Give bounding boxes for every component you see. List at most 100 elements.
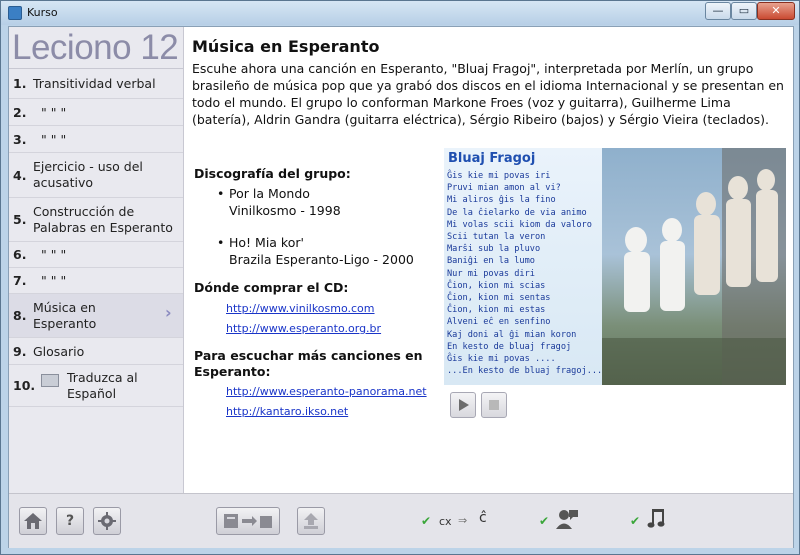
sidebar-item-number: 6. [13, 247, 27, 262]
sidebar-item-8[interactable]: 8. Música en Esperanto › [9, 294, 183, 338]
album-title: Bluaj Fragoj [448, 151, 536, 166]
lyric-line: Kaj doni al ĝi mian koron [447, 329, 577, 340]
sidebar-item-label: " " " [41, 273, 67, 288]
listen-heading: Para escuchar más canciones en Esperanto… [194, 348, 423, 379]
title-bar[interactable]: Kurso — ▭ ✕ [1, 1, 799, 25]
sidebar-item-number: 4. [13, 168, 27, 183]
upload-icon [304, 513, 318, 529]
sidebar-item-3[interactable]: 3. " " " [9, 126, 183, 153]
band-silhouettes [602, 148, 786, 385]
album-detail: Vinilkosmo - 1998 [229, 203, 341, 218]
lyric-line: Scii tutan la veron [447, 232, 546, 243]
chevron-right-icon: › [165, 303, 172, 322]
link-esperanto-org[interactable]: http://www.esperanto.org.br [226, 322, 381, 335]
sidebar-item-label: Glosario [33, 344, 85, 359]
help-icon: ? [65, 513, 75, 529]
intro-paragraph: Escuhe ahora una canción en Esperanto, "… [192, 61, 784, 127]
sidebar-item-label: Transitividad verbal [33, 76, 156, 91]
gear-icon [98, 512, 116, 530]
lyric-line: Ĝis kie mi povas iri [447, 171, 551, 181]
check-icon: ✔ [539, 514, 550, 528]
app-window: Kurso — ▭ ✕ Leciono 12 1. Transitividad … [0, 0, 800, 555]
sidebar-item-2[interactable]: 2. " " " [9, 99, 183, 126]
sidebar-item-number: 7. [13, 273, 27, 288]
window-title: Kurso [27, 6, 58, 19]
lyric-line: Marŝi sub la pluvo [447, 244, 541, 255]
app-icon [8, 6, 22, 20]
lyric-line: Baniĝi en la lumo [447, 256, 535, 267]
sidebar-item-number: 5. [13, 212, 27, 227]
sidebar-item-label: " " " [41, 247, 67, 262]
home-icon [24, 513, 42, 529]
check-icon: ✔ [421, 514, 432, 528]
sidebar-item-number: 2. [13, 105, 27, 120]
band-photo [602, 148, 786, 385]
lyric-line: Nur mi povas diri [447, 268, 535, 279]
help-button[interactable]: ? [56, 507, 84, 535]
sidebar-item-label: Construcción de Palabras en Esperanto [33, 204, 173, 235]
lesson-title: Leciono 12 [9, 27, 183, 69]
sidebar-item-number: 3. [13, 132, 27, 147]
music-note-icon[interactable] [646, 508, 668, 530]
lyric-line: Ĝis kie mi povas .... [447, 354, 556, 365]
sidebar-item-9[interactable]: 9. Glosario [9, 338, 183, 365]
minimize-button[interactable]: — [705, 2, 731, 20]
album-name: Ho! Mia kor' [229, 235, 304, 250]
lyrics-panel: Bluaj Fragoj Ĝis kie mi povas iri Pruvi … [444, 148, 602, 385]
link-kantaro[interactable]: http://kantaro.ikso.net [226, 405, 348, 418]
discography-item: • Por la Mondo Vinilkosmo - 1998 [217, 185, 341, 219]
home-button[interactable] [19, 507, 47, 535]
lyric-line: Pruvi mian amon al vi? [447, 183, 561, 194]
discography-item: • Ho! Mia kor' Brazila Esperanto-Ligo - … [217, 234, 414, 268]
sidebar-item-label: Traduzca al Español [67, 370, 138, 401]
sidebar-item-number: 1. [13, 76, 27, 91]
close-button[interactable]: ✕ [757, 2, 795, 20]
chat-user-icon[interactable] [555, 508, 579, 530]
sidebar-item-10[interactable]: 10. Traduzca al Español [9, 365, 183, 407]
lyric-line: Ĉion, kion mi sentas [447, 293, 551, 304]
settings-button[interactable] [93, 507, 121, 535]
sidebar-item-4[interactable]: 4. Ejercicio - uso del acusativo [9, 153, 183, 198]
arrow-right-icon: ⇒ [458, 514, 468, 527]
link-vinilkosmo[interactable]: http://www.vinilkosmo.com [226, 302, 375, 315]
lyric-line: Mi aliros ĝis la fino [447, 195, 556, 206]
bottom-toolbar: ? ✔ cx ⇒ ĉ ✔ ✔ [9, 493, 793, 548]
sidebar-item-5[interactable]: 5. Construcción de Palabras en Esperanto [9, 198, 183, 242]
sidebar-item-label: Ejercicio - uso del acusativo [33, 159, 143, 190]
lyric-line: Mi volas scii kiom da valoro [447, 219, 592, 230]
page-title: Música en Esperanto [192, 37, 380, 56]
lyric-line: Alveni eĉ en senfino [447, 317, 551, 328]
sidebar-item-number: 10. [13, 378, 36, 393]
cx-label: cx [439, 515, 452, 528]
sidebar-item-number: 8. [13, 308, 27, 323]
sidebar-item-1[interactable]: 1. Transitividad verbal [9, 69, 183, 99]
lyric-line: ...En kesto de bluaj fragoj... [447, 366, 603, 377]
sidebar-item-label: Música en Esperanto [33, 300, 97, 331]
sidebar-item-7[interactable]: 7. " " " [9, 268, 183, 294]
client-area: Leciono 12 1. Transitividad verbal 2. " … [8, 26, 794, 548]
cx-target-label: ĉ [479, 510, 487, 526]
stop-button[interactable] [481, 392, 507, 418]
sidebar-item-number: 9. [13, 344, 27, 359]
sidebar-item-label: " " " [41, 132, 67, 147]
stop-icon [489, 400, 499, 410]
lyric-line: En kesto de bluaj fragoj [447, 341, 572, 352]
lyrics-text: Ĝis kie mi povas iri Pruvi mian amon al … [447, 170, 602, 377]
album-detail: Brazila Esperanto-Ligo - 2000 [229, 252, 414, 267]
maximize-button[interactable]: ▭ [731, 2, 757, 20]
album-name: Por la Mondo [229, 186, 310, 201]
buy-heading: Dónde comprar el CD: [194, 280, 349, 295]
sidebar-item-6[interactable]: 6. " " " [9, 242, 183, 268]
envelope-icon [41, 374, 59, 387]
lyric-line: Ĉion, kion mi scias [447, 280, 546, 291]
check-icon: ✔ [630, 514, 641, 528]
lyric-line: Ĉion, kion mi estas [447, 305, 546, 316]
upload-button[interactable] [297, 507, 325, 535]
print-export-icon [224, 514, 272, 528]
link-esperanto-panorama[interactable]: http://www.esperanto-panorama.net [226, 385, 427, 398]
bullet: • [217, 186, 225, 201]
print-export-button[interactable] [216, 507, 280, 535]
play-button[interactable] [450, 392, 476, 418]
lesson-content: Música en Esperanto Escuhe ahora una can… [184, 27, 793, 493]
play-icon [459, 399, 469, 411]
